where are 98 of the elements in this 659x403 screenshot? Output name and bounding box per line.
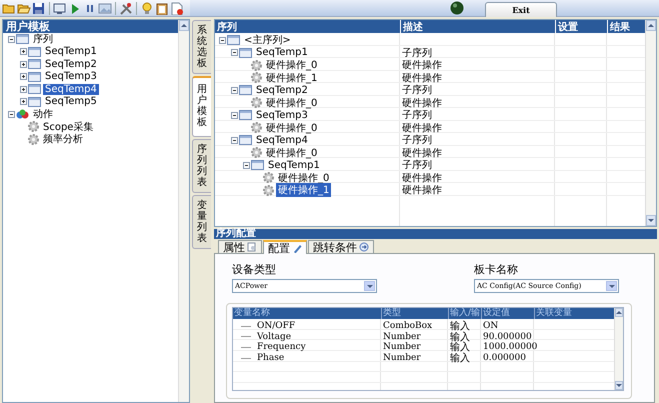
table-cell: Voltage [257,332,292,342]
table-cell-text: 硬件操作 [401,122,443,134]
tree-item[interactable]: 硬件操作_0 [264,96,320,110]
monitor-icon[interactable] [53,2,67,14]
gear-icon [28,134,39,145]
tree-item[interactable]: SeqTemp1 [43,46,99,58]
collapse-icon[interactable] [8,36,15,43]
exit-button[interactable]: Exit [485,2,557,17]
side-tab[interactable]: 用户模板 [192,76,211,137]
table-cell-text: 子序列 [401,108,433,122]
tree-item[interactable]: 硬件操作_0 [264,120,320,134]
table-cell-text: 硬件操作 [401,72,443,84]
window-icon [28,84,41,94]
panel-title: 用户模板 [3,20,178,33]
column-header: 变量名称 [233,308,271,319]
column-header: 类型 [381,308,448,319]
field-label: 板卡名称 [474,262,519,277]
table-cell-text: 硬件操作 [401,96,443,110]
table-cell-text: 硬件操作 [401,184,443,197]
expand-icon[interactable] [20,60,27,68]
folder-icon[interactable] [2,2,16,14]
open-folder-icon[interactable] [17,2,31,14]
arrow-circle-icon [359,242,369,252]
collapse-icon[interactable] [231,136,238,144]
tree-item[interactable]: SeqTemp2 [43,58,99,70]
tab[interactable]: 跳转条件 [308,240,374,253]
tree-item[interactable]: SeqTemp1 [254,47,310,58]
column-header: 设定值 [481,308,534,319]
collapse-icon[interactable] [8,110,15,118]
column-header: 设置 [555,20,607,34]
save-icon[interactable] [32,2,46,14]
table-cell-text: Number [382,341,422,353]
window-icon [28,96,41,107]
tree-item[interactable]: SeqTemp2 [254,84,310,96]
expand-icon[interactable] [20,73,27,80]
side-tab[interactable]: 变量列表 [192,195,211,249]
lightbulb-icon[interactable] [140,2,154,14]
tree-item[interactable]: <主序列> [242,33,293,47]
collapse-icon[interactable] [219,36,226,44]
table-cell-text: 硬件操作 [401,146,443,160]
tree-item[interactable]: 频率分析 [41,132,85,146]
tree-item[interactable]: SeqTemp4 [254,134,310,146]
tree-item[interactable]: SeqTemp4 [43,84,99,95]
tab[interactable]: 属性 [218,240,262,253]
table-cell-text: 输入 [449,352,471,366]
side-tab[interactable]: 系统选板 [192,20,211,74]
image-icon[interactable] [98,2,112,14]
collapse-icon[interactable] [243,162,250,168]
balls-icon [16,108,29,120]
tree-item[interactable]: 硬件操作_1 [276,183,332,197]
table-cell-text: 输入 [449,342,471,354]
table-cell-text: Number [382,330,422,342]
expand-icon[interactable] [20,86,27,93]
tree-item[interactable]: SeqTemp3 [43,71,99,82]
window-icon [16,34,29,44]
document-delete-icon[interactable] [170,2,184,14]
table-cell: Phase [257,353,284,364]
tree-item[interactable]: SeqTemp5 [43,96,99,108]
tree-item[interactable]: 硬件操作_0 [264,58,320,72]
field-label: 设备类型 [232,262,277,277]
expand-icon[interactable] [20,98,27,106]
table-cell-text: 子序列 [401,84,433,97]
window-icon [28,59,41,70]
tree-item[interactable]: 序列 [31,32,55,46]
side-tab[interactable]: 序列列表 [192,139,211,193]
table-cell-text: 硬件操作 [401,172,443,184]
table-cell-text: Number [382,352,422,366]
table-cell-text: 硬件操作 [401,59,443,72]
gear-icon [28,121,39,132]
table-cell-text: 输入 [449,320,471,332]
table-cell: Frequency [257,342,306,352]
column-header: 描述 [400,20,555,34]
table-cell-text: 90.000000 [482,330,533,342]
tree-item[interactable]: SeqTemp1 [266,160,322,170]
table-cell: ON/OFF [257,321,296,331]
column-header: 输入/输 [448,308,481,319]
table-cell-text: 输入 [449,330,471,343]
table-cell-text: ComboBox [382,320,434,332]
tree-item[interactable]: 动作 [31,107,55,122]
table-cell-text: 0.000000 [482,352,527,366]
tree-item[interactable]: SeqTemp3 [254,110,310,120]
window-icon [28,72,41,82]
tree-item[interactable]: Scope采集 [41,120,96,134]
table-cell-text: ON [482,320,500,332]
expand-icon[interactable] [20,48,27,56]
table-cell-text: 子序列 [401,134,433,147]
panel-title: 序列配置 [214,229,657,239]
collapse-icon[interactable] [231,112,238,118]
tree-item[interactable]: 硬件操作_0 [264,146,320,160]
column-header: 序列 [216,20,238,34]
status-light [450,1,464,15]
table-cell-text: 子序列 [401,158,433,172]
tree-item[interactable]: 硬件操作_1 [264,70,320,84]
window-icon [28,46,41,57]
collapse-icon[interactable] [231,49,238,56]
collapse-icon[interactable] [231,86,238,94]
table-cell-text: 子序列 [401,46,433,60]
tab[interactable]: 配置 [263,240,307,254]
